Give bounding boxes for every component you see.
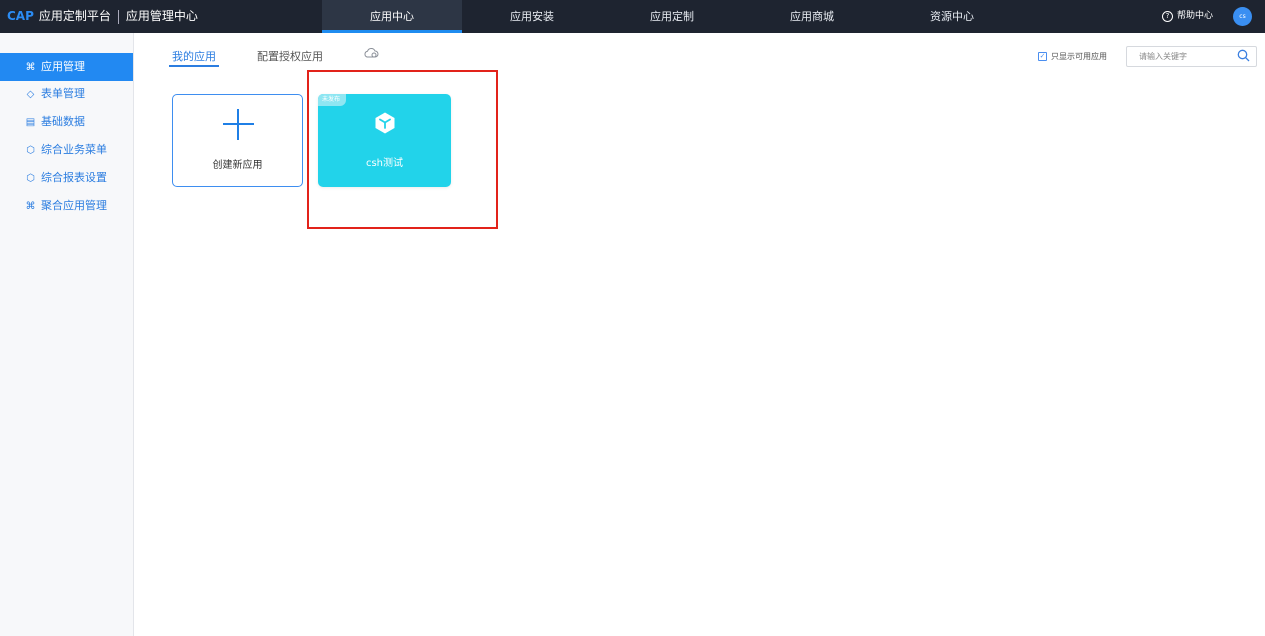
sidebar-item-label: 应用管理 [41,60,85,73]
layers-icon: ◇ [26,89,35,100]
sidebar-item-label: 表单管理 [41,87,85,100]
top-nav: 应用中心 应用安装 应用定制 应用商城 资源中心 [322,0,1022,33]
nav-resource-center[interactable]: 资源中心 [882,0,1022,33]
filter-label: 只显示可用应用 [1051,52,1107,61]
tab-active-indicator [169,65,219,67]
center-name: 应用管理中心 [125,9,198,23]
brand-divider [117,9,119,24]
tab-my-apps[interactable]: 我的应用 [172,48,216,64]
question-icon: ? [1161,11,1173,22]
sidebar-item-basic-data[interactable]: ▤ 基础数据 [0,108,133,136]
avatar[interactable]: cs [1233,7,1252,26]
nav-app-center[interactable]: 应用中心 [322,0,462,33]
create-app-label: 创建新应用 [212,160,263,171]
sidebar-item-aggregate-apps[interactable]: ⌘ 聚合应用管理 [0,192,133,220]
help-label: 帮助中心 [1176,11,1213,21]
search-icon[interactable] [1237,49,1250,62]
brand-code: CAP [7,9,34,23]
grid-icon: ⌘ [25,201,36,212]
top-bar: CAP 应用定制平台 应用管理中心 应用中心 应用安装 应用定制 应用商城 资源中心… [0,0,1265,33]
create-app-card[interactable]: 创建新应用 [172,94,303,187]
sidebar-item-business-menu[interactable]: ⬡ 综合业务菜单 [0,136,133,164]
cube-icon [375,112,395,134]
status-badge: 未发布 [318,94,347,106]
checkbox-checked-icon[interactable]: ✓ [1038,52,1047,61]
cube-icon: ⬡ [26,173,35,184]
plus-icon [223,109,254,140]
brand-name: 应用定制平台 [38,9,111,23]
sidebar-item-label: 基础数据 [41,115,85,128]
grid-icon: ⌘ [25,62,36,73]
help-center-link[interactable]: ? 帮助中心 [1161,0,1213,33]
sidebar: ⌘ 应用管理 ◇ 表单管理 ▤ 基础数据 ⬡ 综合业务菜单 ⬡ 综合报表设置 ⌘ 聚合应用管… [0,33,134,636]
app-name: csh测试 [365,158,404,169]
brand[interactable]: CAP 应用定制平台 应用管理中心 [7,0,198,33]
sidebar-item-app-management[interactable]: ⌘ 应用管理 [0,53,133,81]
nav-app-store[interactable]: 应用商城 [742,0,882,33]
search-box [1126,46,1257,67]
cloud-app-icon[interactable] [363,47,379,62]
nav-app-customize[interactable]: 应用定制 [602,0,742,33]
sidebar-item-label: 综合业务菜单 [41,143,107,156]
database-icon: ▤ [25,117,36,128]
tab-authorized-apps[interactable]: 配置授权应用 [257,48,323,64]
search-input[interactable] [1127,47,1239,66]
nav-app-install[interactable]: 应用安装 [462,0,602,33]
sidebar-item-form-management[interactable]: ◇ 表单管理 [0,80,133,108]
app-card[interactable]: 未发布 csh测试 [318,94,451,187]
available-only-filter[interactable]: ✓ 只显示可用应用 [1038,51,1107,62]
sidebar-item-label: 聚合应用管理 [41,199,107,212]
sidebar-item-label: 综合报表设置 [41,171,107,184]
sidebar-item-report-settings[interactable]: ⬡ 综合报表设置 [0,164,133,192]
cube-icon: ⬡ [26,145,35,156]
